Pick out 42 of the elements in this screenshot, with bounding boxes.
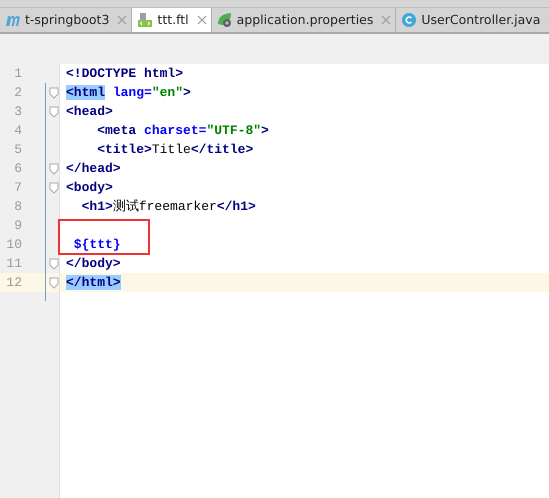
code-line: </body>	[66, 254, 121, 273]
close-icon[interactable]	[196, 15, 207, 25]
line-number: 11	[5, 254, 22, 273]
line-number: 2	[13, 84, 22, 102]
line-number: 7	[13, 178, 22, 197]
line-number: 4	[13, 122, 22, 140]
file-icon	[137, 12, 154, 28]
fold-icon[interactable]	[49, 182, 59, 194]
editor-tab[interactable]: application.properties	[212, 8, 396, 32]
fold-icon[interactable]	[49, 162, 59, 174]
code-editor[interactable]: <!DOCTYPE html> <html lang="en"> <head> <meta charset="UTF-8"> <title>Title</title> </head> <body> <h1>测试freemarker</h1> ${ttt} </body> </html>	[59, 64, 549, 498]
code-line: <h1>测试freemarker</h1>	[80, 198, 256, 216]
line-number: 12	[5, 274, 22, 292]
tab-label: UserController.java	[421, 10, 540, 29]
code-line: <title>Title</title>	[96, 140, 254, 159]
line-number: 5	[13, 140, 22, 159]
line-number: 9	[13, 216, 22, 235]
code-line: <body>	[66, 178, 113, 197]
code-line: <meta charset="UTF-8">	[96, 122, 269, 140]
close-icon[interactable]	[117, 15, 128, 25]
fold-icon[interactable]	[49, 276, 59, 288]
code-line: <html lang="en">	[66, 84, 191, 102]
maven-icon	[5, 13, 21, 27]
fold-icon[interactable]	[49, 86, 59, 98]
code-line: <head>	[66, 102, 113, 121]
code-line: ${ttt}	[72, 236, 121, 254]
line-number: 1	[13, 64, 22, 83]
code-line: <!DOCTYPE html>	[66, 64, 184, 83]
class-icon	[401, 12, 418, 28]
tab-label: ttt.ftl	[157, 10, 189, 29]
leaf-icon	[216, 12, 233, 28]
line-number: 8	[13, 198, 22, 216]
line-number: 10	[5, 236, 22, 254]
line-number: 3	[13, 102, 22, 121]
fold-icon[interactable]	[49, 258, 59, 270]
fold-icon[interactable]	[49, 106, 59, 118]
tab-label: application.properties	[236, 10, 374, 29]
editor-tab[interactable]: ttt.ftl	[132, 8, 212, 32]
close-icon[interactable]	[381, 15, 392, 25]
tab-label: t-springboot3	[25, 10, 110, 29]
code-line: </head>	[66, 160, 121, 178]
line-number: 6	[13, 160, 22, 178]
